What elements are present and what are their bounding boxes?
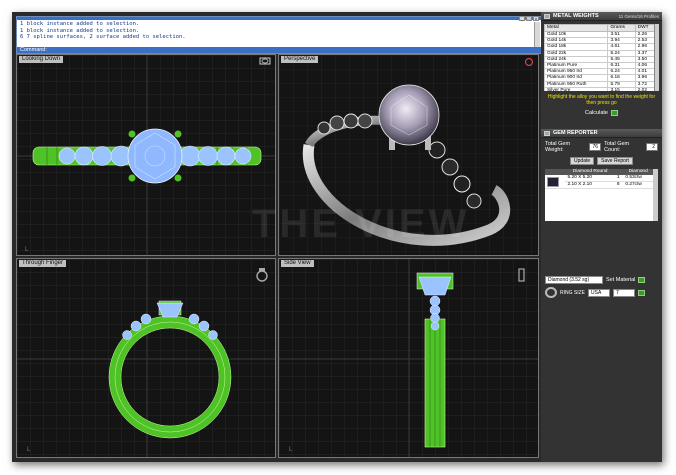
calculate-button[interactable] (610, 110, 618, 116)
command-line-1: 1 block instance added to selection. (20, 21, 140, 27)
viewport-front[interactable]: Through Finger L (16, 258, 276, 458)
viewport-label-front[interactable]: Through Finger (19, 260, 67, 267)
gem-reporter-title: GEM REPORTER (553, 130, 598, 136)
ring-band-side (424, 318, 446, 448)
viewport-top[interactable]: Looking Down L (16, 54, 276, 256)
ring-size-row: RING SIZE USA 7 (541, 285, 662, 300)
maximize-icon[interactable]: □ (526, 16, 532, 21)
material-select[interactable]: Diamond (3.52 sg) (545, 276, 603, 284)
viewport-label-side[interactable]: Side View (281, 260, 314, 267)
command-prompt-label: Command: (20, 47, 47, 53)
metal-weights-subtitle: 11 Gems/16 Profiles (618, 14, 659, 19)
viewport-perspective[interactable]: Perspective (278, 54, 539, 256)
metal-cell: 3.15 (607, 86, 636, 91)
gem-reporter-header[interactable]: GEM REPORTER (541, 129, 662, 138)
metal-weights-title: METAL WEIGHTS (553, 13, 599, 19)
set-material-label: Set Material (606, 277, 636, 283)
center-stone-top (127, 128, 183, 184)
metal-weights-table-wrap: Metal Grams DWT Gold 10k 3.51 2.26 Gold 14k… (541, 21, 662, 91)
gem-totals-row: Total Gem Weight: 76 Total Gem Count: 2 (541, 140, 662, 154)
window-controls: _ □ x (519, 16, 539, 21)
metal-weights-table: Metal Grams DWT Gold 10k 3.51 2.26 Gold 14k… (543, 24, 659, 91)
right-panel: METAL WEIGHTS 11 Gems/16 Profiles Metal … (541, 12, 662, 462)
top-view-scene: L (17, 55, 275, 255)
gem-report-list[interactable]: Diamond Round Diamond 5.20 X 5.20 1 0.53… (545, 169, 658, 221)
calculate-row: Calculate (541, 109, 662, 117)
ring-size-go-button[interactable] (638, 289, 646, 296)
front-view-scene: L (17, 259, 275, 457)
metal-row[interactable]: Silver Pure 3.15 2.02 (543, 86, 659, 91)
ring-size-icon (545, 287, 557, 298)
metal-weights-header[interactable]: METAL WEIGHTS 11 Gems/16 Profiles (541, 12, 662, 21)
column-header[interactable]: Grams (607, 24, 636, 32)
ring-size-label: RING SIZE (560, 289, 586, 296)
command-line-2: 1 block instance added to selection. (20, 27, 140, 34)
update-button[interactable]: Update (570, 157, 595, 165)
calculate-label: Calculate (585, 110, 608, 116)
gem-report-table: Diamond Round Diamond 5.20 X 5.20 1 0.53… (545, 169, 653, 189)
viewport-label-perspective[interactable]: Perspective (281, 56, 319, 63)
ring-icon[interactable] (524, 57, 534, 66)
command-scrollbar[interactable] (534, 22, 540, 47)
total-count-label: Total Gem Count: (604, 141, 630, 153)
gem-weight: 0.27ctw (623, 181, 653, 189)
metal-weights-hint: Highlight the alloy you want to find the… (547, 94, 656, 106)
total-count-field: 2 (646, 143, 658, 151)
command-window[interactable]: 1 block instance added to selection. 1 b… (16, 16, 542, 54)
column-header[interactable]: Metal (543, 24, 609, 32)
command-line-3: 6 7 spline surfaces, 2 surface added to … (20, 34, 186, 41)
metal-cell: Silver Pure (543, 86, 609, 91)
command-history: 1 block instance added to selection. 1 b… (17, 20, 541, 47)
set-material-button[interactable] (638, 277, 646, 283)
gem-count: 8 (614, 181, 624, 189)
viewport-label-top[interactable]: Looking Down (19, 56, 64, 63)
command-prompt[interactable]: Command: (17, 47, 541, 53)
total-weight-label: Total Gem Weight: (545, 141, 571, 153)
viewport-side[interactable]: Side View L (278, 258, 539, 458)
gem-size: 2.10 X 2.10 (565, 181, 615, 189)
report-actions-row: Update Save Report (541, 156, 662, 166)
total-weight-field: 76 (589, 143, 602, 151)
panel-icon (544, 131, 550, 136)
material-row: Diamond (3.52 sg) Set Material (541, 275, 662, 285)
camera-icon[interactable] (259, 57, 271, 65)
app-window: 1 block instance added to selection. 1 b… (12, 12, 662, 462)
save-report-button[interactable]: Save Report (597, 157, 633, 165)
panel-icon (544, 14, 550, 19)
diamond-icon (547, 176, 559, 187)
gem-list-scrollbar[interactable] (653, 169, 658, 221)
minimize-icon[interactable]: _ (519, 16, 525, 21)
side-view-scene: L (279, 259, 538, 457)
perspective-scene (279, 55, 538, 255)
close-icon[interactable]: x (533, 16, 539, 21)
ring-region-select[interactable]: USA (588, 288, 611, 297)
ring-size-select[interactable]: 7 (613, 288, 636, 297)
metal-weights-scrollbar[interactable] (654, 24, 659, 91)
